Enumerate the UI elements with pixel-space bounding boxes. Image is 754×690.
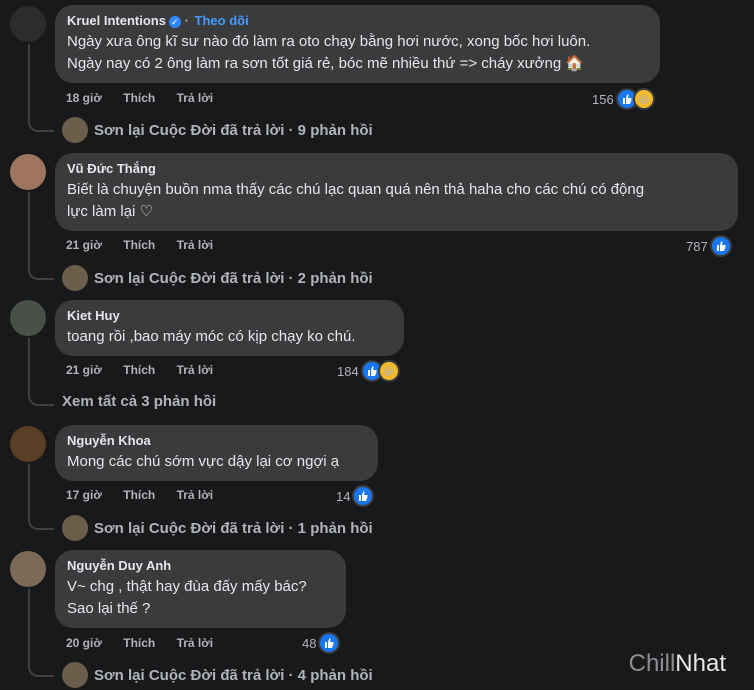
view-replies-link[interactable]: Sơn lại Cuộc Đời đã trả lời · 1 phản hồi: [62, 515, 373, 541]
comment-actions: 17 giờ Thích Trả lời: [66, 488, 231, 502]
commenter-name[interactable]: Vũ Đức Thắng: [67, 161, 726, 177]
comment-text: Ngày xưa ông kĩ sư nào đó làm ra oto chạ…: [67, 33, 591, 72]
reply-button[interactable]: Trả lời: [177, 91, 214, 105]
like-button[interactable]: Thích: [123, 238, 155, 252]
avatar: [62, 662, 88, 688]
comment-actions: 21 giờ Thích Trả lời: [66, 363, 231, 377]
avatar[interactable]: [10, 300, 46, 336]
reaction-count[interactable]: 48: [302, 632, 341, 654]
avatar[interactable]: [10, 154, 46, 190]
timestamp[interactable]: 17 giờ: [66, 488, 102, 502]
verified-badge-icon: ✓: [168, 15, 181, 28]
avatar[interactable]: [10, 6, 46, 42]
reaction-count[interactable]: 787: [686, 235, 732, 257]
comment-text: Mong các chú sớm vực dậy lại cơ ngợi ạ: [67, 453, 340, 470]
comment-actions: 21 giờ Thích Trả lời: [66, 238, 231, 252]
reaction-count[interactable]: 14: [336, 485, 375, 507]
reply-button[interactable]: Trả lời: [177, 363, 214, 377]
haha-icon: 😆: [377, 360, 400, 382]
view-replies-link[interactable]: Sơn lại Cuộc Đời đã trả lời · 4 phản hồi: [62, 662, 373, 688]
commenter-name[interactable]: Kiet Huy: [67, 308, 392, 324]
haha-icon: 😆: [632, 88, 655, 110]
avatar: [62, 515, 88, 541]
reaction-count[interactable]: 184 😆: [337, 360, 400, 382]
timestamp[interactable]: 21 giờ: [66, 363, 102, 377]
reaction-count[interactable]: 156 😆: [592, 88, 655, 110]
comment-actions: 18 giờ Thích Trả lời: [66, 91, 231, 105]
like-button[interactable]: Thích: [123, 91, 155, 105]
timestamp[interactable]: 20 giờ: [66, 636, 102, 650]
avatar[interactable]: [10, 551, 46, 587]
reply-button[interactable]: Trả lời: [177, 636, 214, 650]
comment-bubble: Nguyễn Duy Anh V~ chg , thật hay đùa đấy…: [55, 550, 346, 628]
commenter-name[interactable]: Nguyễn Duy Anh: [67, 558, 334, 574]
reply-button[interactable]: Trả lời: [177, 238, 214, 252]
like-button[interactable]: Thích: [123, 363, 155, 377]
avatar: [62, 265, 88, 291]
comment-bubble: Kiet Huy toang rồi ,bao máy móc có kịp c…: [55, 300, 404, 356]
comment-text: Biết là chuyện buồn nma thấy các chú lạc…: [67, 181, 645, 220]
commenter-name[interactable]: Nguyễn Khoa: [67, 433, 366, 449]
view-replies-link[interactable]: Sơn lại Cuộc Đời đã trả lời · 2 phản hồi: [62, 265, 373, 291]
timestamp[interactable]: 21 giờ: [66, 238, 102, 252]
reply-button[interactable]: Trả lời: [177, 488, 214, 502]
comment-actions: 20 giờ Thích Trả lời: [66, 636, 231, 650]
comment-bubble: Kruel Intentions ✓ · Theo dõi Ngày xưa ôn…: [55, 5, 660, 83]
comment-bubble: Vũ Đức Thắng Biết là chuyện buồn nma thấ…: [55, 153, 738, 231]
view-replies-link[interactable]: Xem tất cả 3 phản hồi: [62, 393, 216, 410]
comment-text: V~ chg , thật hay đùa đấy mấy bác? Sao l…: [67, 578, 307, 617]
comment-bubble: Nguyễn Khoa Mong các chú sớm vực dậy lại…: [55, 425, 378, 481]
like-icon: [352, 485, 375, 507]
like-button[interactable]: Thích: [123, 488, 155, 502]
like-icon: [318, 632, 341, 654]
avatar: [62, 117, 88, 143]
follow-link[interactable]: Theo dõi: [195, 13, 249, 28]
timestamp[interactable]: 18 giờ: [66, 91, 102, 105]
comment-text: toang rồi ,bao máy móc có kịp chạy ko ch…: [67, 328, 356, 345]
avatar[interactable]: [10, 426, 46, 462]
like-button[interactable]: Thích: [123, 636, 155, 650]
watermark: ChillNhat: [628, 650, 726, 677]
like-icon: [709, 235, 732, 257]
commenter-name[interactable]: Kruel Intentions: [67, 13, 166, 28]
view-replies-link[interactable]: Sơn lại Cuộc Đời đã trả lời · 9 phản hồi: [62, 117, 373, 143]
